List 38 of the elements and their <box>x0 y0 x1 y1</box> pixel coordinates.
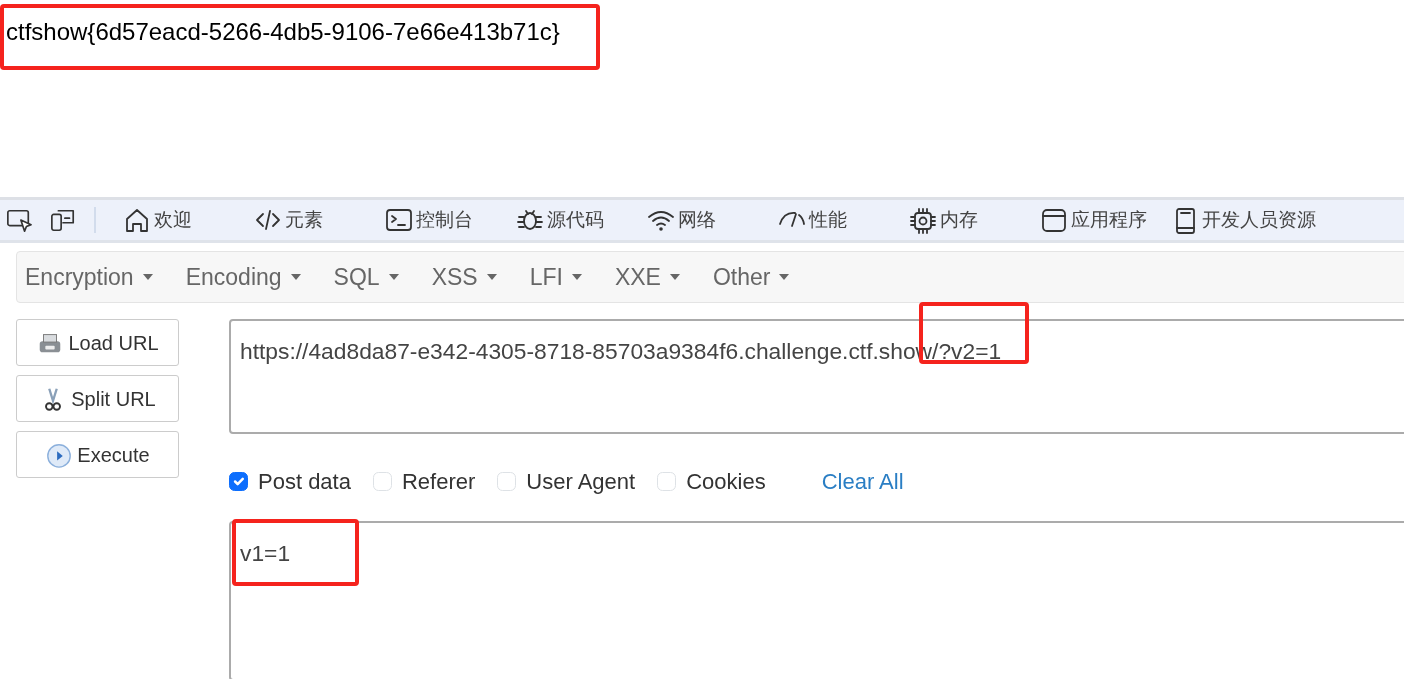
window-icon <box>1039 206 1069 234</box>
devtools-tab[interactable]: 开发人员资源 <box>1170 205 1350 235</box>
clear-all-link[interactable]: Clear All <box>821 464 904 498</box>
devtools-tab[interactable]: 控制台 <box>384 205 515 235</box>
devtools-tab[interactable]: 欢迎 <box>122 205 253 235</box>
menu-dropdown[interactable]: SQL <box>333 259 415 295</box>
devtools-tab[interactable]: 应用程序 <box>1039 205 1170 235</box>
checkbox[interactable] <box>229 471 248 491</box>
caret-icon <box>669 274 680 280</box>
hackbar-button[interactable]: Split URL <box>16 375 179 422</box>
caret-icon <box>388 274 399 280</box>
terminal-icon <box>384 206 414 234</box>
menu-dropdown[interactable]: Encoding <box>185 259 317 295</box>
caret-icon <box>571 274 582 280</box>
hackbar-button[interactable]: Execute <box>16 431 179 478</box>
caret-icon <box>142 274 153 280</box>
menu-dropdown[interactable]: LFI <box>529 259 598 295</box>
caret-icon <box>486 274 497 280</box>
devtools-tab[interactable]: 网络 <box>646 205 777 235</box>
option-label: Referer <box>401 467 476 496</box>
flag-text: ctfshow{6d57eacd-5266-4db5-9106-7e66e413b71c} <box>0 4 600 70</box>
menu-dropdown[interactable]: Encryption <box>25 259 169 295</box>
menu-dropdown[interactable]: Other <box>712 259 806 295</box>
option-label: Post data <box>258 467 351 496</box>
menu-dropdown[interactable]: XSS <box>431 259 513 295</box>
caret-icon <box>779 274 790 280</box>
menu-dropdown[interactable]: XXE <box>614 259 696 295</box>
devtools-tab[interactable]: 源代码 <box>515 205 646 235</box>
option-label: User Agent <box>526 467 636 496</box>
devtools-tab[interactable]: 内存 <box>908 205 1039 235</box>
hackbar-button[interactable]: Load URL <box>16 319 179 366</box>
devtools-tab[interactable]: 性能 <box>777 205 908 235</box>
post-data-field[interactable]: v1=1 <box>229 521 1404 679</box>
option-label: Cookies <box>686 467 766 496</box>
inspect-icon[interactable] <box>4 207 34 233</box>
devtools-tab[interactable]: 元素 <box>253 205 384 235</box>
caret-icon <box>290 274 301 280</box>
chip-icon <box>908 206 938 234</box>
